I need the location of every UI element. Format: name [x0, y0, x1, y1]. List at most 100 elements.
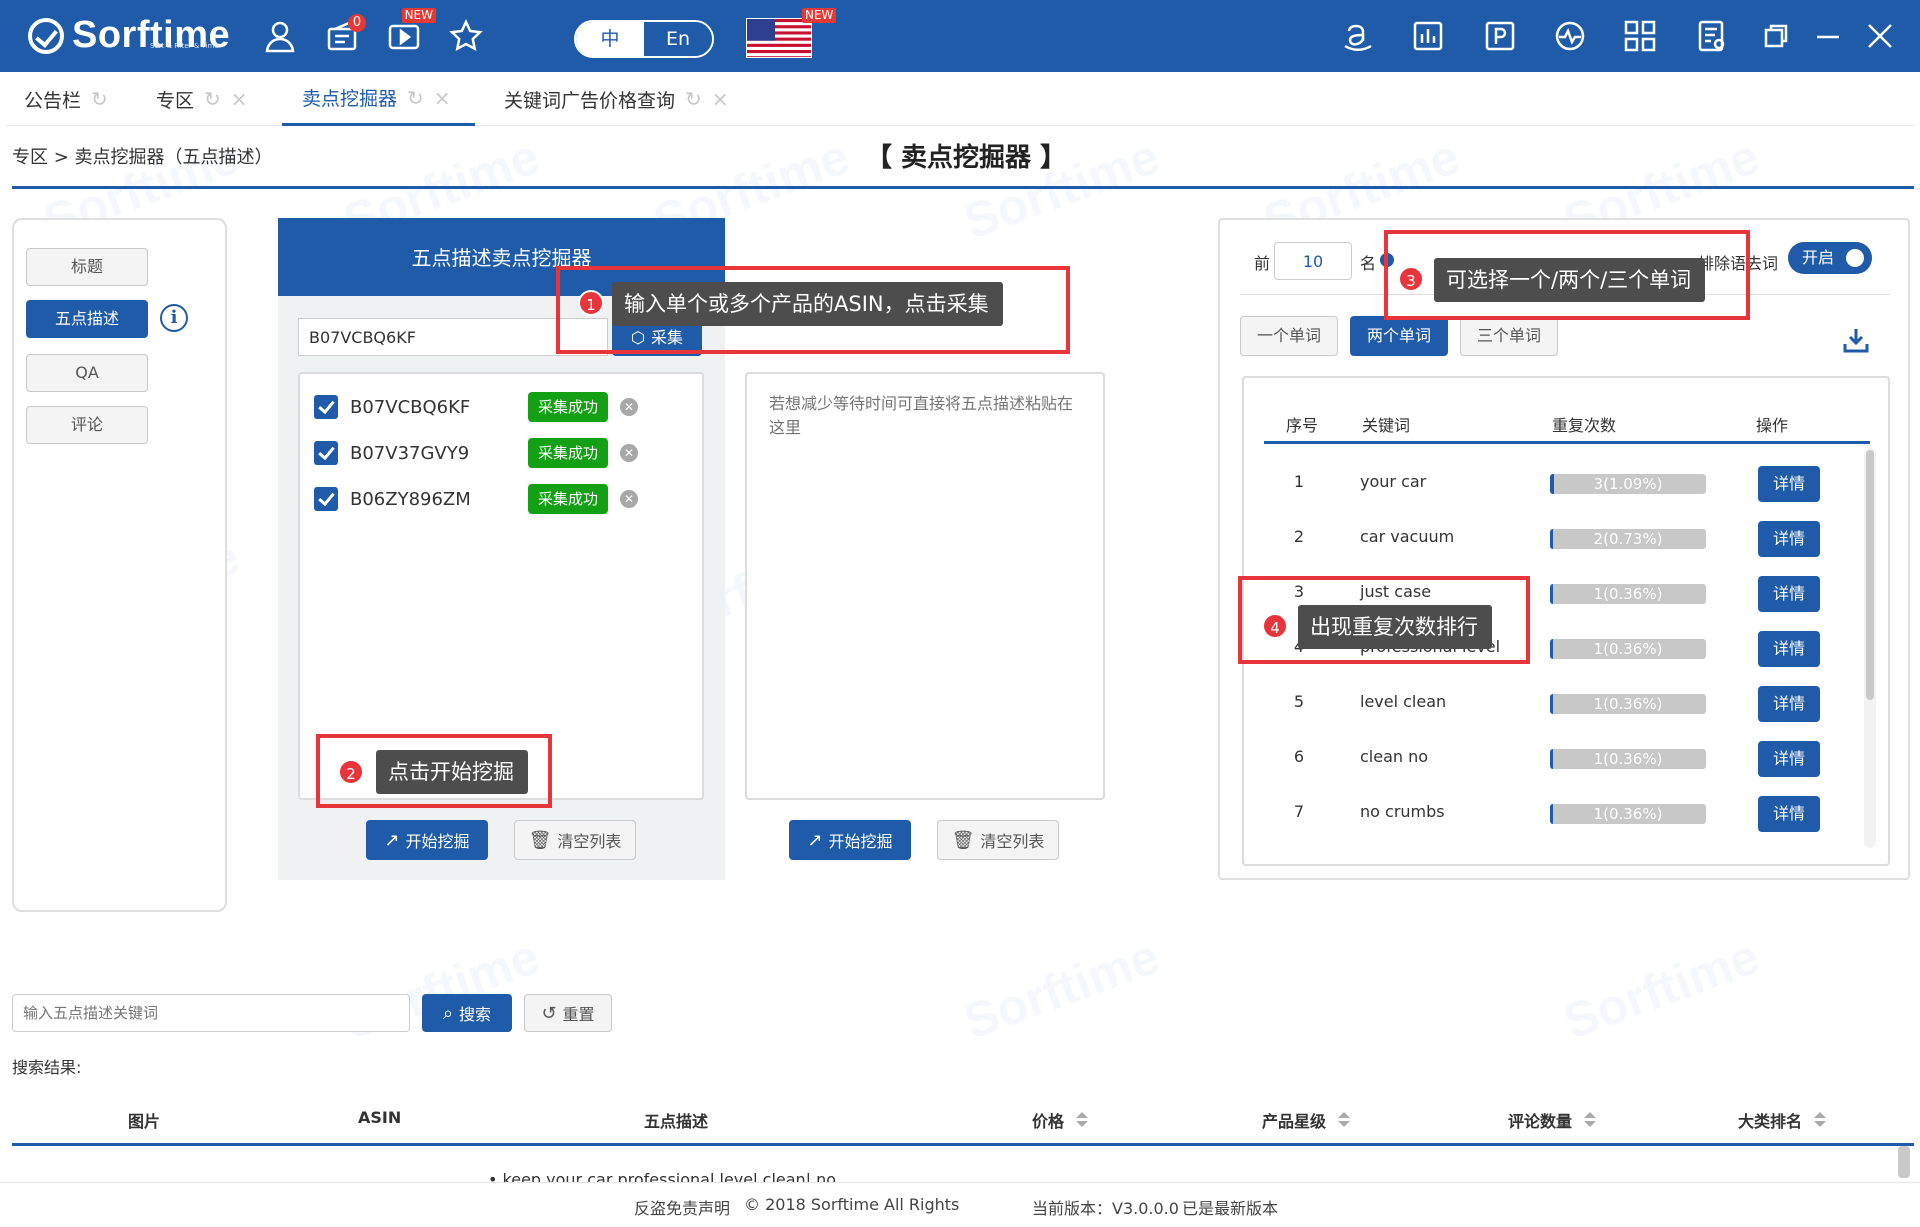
- exclude-stopwords-toggle[interactable]: 开启: [1788, 242, 1872, 274]
- user-icon[interactable]: [262, 18, 298, 54]
- remove-icon[interactable]: ✕: [620, 398, 638, 416]
- one-word-button[interactable]: 一个单词: [1240, 316, 1338, 356]
- report-icon[interactable]: [1694, 18, 1730, 54]
- minimize-icon[interactable]: [1810, 18, 1846, 54]
- star-icon[interactable]: [448, 18, 484, 54]
- search-label: 搜索: [459, 1005, 492, 1024]
- row-keyword: level clean: [1360, 692, 1447, 711]
- notification-count-badge: 0: [348, 14, 366, 32]
- repeat-count-bar: 1(0.36%): [1550, 584, 1706, 604]
- refresh-icon[interactable]: ↻: [685, 87, 702, 111]
- detail-button[interactable]: 详情: [1758, 741, 1820, 777]
- video-icon[interactable]: NEW: [386, 8, 436, 54]
- top-prefix-label: 前: [1254, 254, 1271, 273]
- tab-bar: 公告栏 ↻ 专区 ↻ × 卖点挖掘器 ↻ × 关键词广告价格查询 ↻ ×: [6, 72, 1914, 126]
- remove-icon[interactable]: ✕: [620, 444, 638, 462]
- col-bullet-points: 五点描述: [644, 1112, 709, 1131]
- refresh-icon[interactable]: ↻: [91, 87, 108, 111]
- detail-button[interactable]: 详情: [1758, 521, 1820, 557]
- sort-icon[interactable]: [1338, 1112, 1351, 1128]
- repeat-count-text: 1(0.36%): [1593, 750, 1663, 768]
- bullet-keyword-search-input[interactable]: [12, 994, 410, 1032]
- detail-button[interactable]: 详情: [1758, 796, 1820, 832]
- tab-zone[interactable]: 专区 ↻ ×: [156, 72, 248, 126]
- results-scrollbar[interactable]: [1898, 1146, 1910, 1178]
- disclaimer-link[interactable]: 反盗免责声明: [634, 1195, 730, 1219]
- refresh-icon[interactable]: ↻: [407, 86, 424, 110]
- restore-icon[interactable]: [1758, 18, 1794, 54]
- detail-button[interactable]: 详情: [1758, 576, 1820, 612]
- asin-checkbox[interactable]: [314, 441, 338, 465]
- lang-zh-option[interactable]: 中: [576, 22, 644, 56]
- clear-list-button-2[interactable]: 🗑 清空列表: [937, 820, 1059, 860]
- watermark: Sorftime: [956, 928, 1167, 1050]
- table-scrollbar[interactable]: [1864, 448, 1876, 848]
- tab-label: 卖点挖掘器: [302, 88, 398, 110]
- scroll-thumb[interactable]: [1866, 450, 1874, 700]
- reset-button[interactable]: ↺ 重置: [524, 994, 612, 1032]
- top-n-input[interactable]: [1274, 242, 1352, 280]
- status-badge: 采集成功: [528, 392, 608, 422]
- sort-icon[interactable]: [1076, 1112, 1089, 1128]
- col-review-count[interactable]: 评论数量: [1508, 1108, 1597, 1132]
- p-icon[interactable]: [1482, 18, 1518, 54]
- nav-qa[interactable]: QA: [26, 354, 148, 392]
- start-mining-button-2[interactable]: ↗ 开始挖掘: [789, 820, 911, 860]
- repeat-count-text: 1(0.36%): [1593, 695, 1663, 713]
- col-price-label: 价格: [1032, 1112, 1065, 1131]
- detail-button[interactable]: 详情: [1758, 631, 1820, 667]
- trash-icon: 🗑: [951, 829, 975, 851]
- col-price[interactable]: 价格: [1032, 1108, 1089, 1132]
- repeat-count-bar: 2(0.73%): [1550, 529, 1706, 549]
- row-keyword: your car: [1360, 472, 1427, 491]
- col-action: 操作: [1756, 416, 1789, 435]
- detail-button[interactable]: 详情: [1758, 466, 1820, 502]
- table-row: 5 level clean 1(0.36%) 详情: [1264, 684, 1854, 724]
- table-row: 2 car vacuum 2(0.73%) 详情: [1264, 519, 1854, 559]
- sort-icon[interactable]: [1814, 1112, 1827, 1128]
- row-index: 5: [1293, 692, 1305, 711]
- breadcrumb: 专区 > 卖点挖掘器（五点描述）: [12, 147, 273, 168]
- refresh-icon[interactable]: ↻: [204, 87, 221, 111]
- nav-bullet-points[interactable]: 五点描述: [26, 300, 148, 338]
- page-title: 【 卖点挖掘器 】: [866, 143, 1067, 173]
- lang-en-option[interactable]: En: [644, 22, 712, 56]
- annotation-callout-3: 可选择一个/两个/三个单词: [1434, 258, 1706, 302]
- asin-checkbox[interactable]: [314, 487, 338, 511]
- repeat-count-bar: 1(0.36%): [1550, 749, 1706, 769]
- col-rating[interactable]: 产品星级: [1262, 1108, 1351, 1132]
- chart-icon[interactable]: [1410, 18, 1446, 54]
- repeat-count-text: 2(0.73%): [1593, 530, 1663, 548]
- start-mining-button[interactable]: ↗ 开始挖掘: [366, 820, 488, 860]
- grid-icon[interactable]: [1622, 18, 1658, 54]
- us-flag-icon[interactable]: [746, 18, 812, 58]
- nav-reviews[interactable]: 评论: [26, 406, 148, 444]
- close-icon[interactable]: ×: [712, 87, 729, 111]
- close-icon[interactable]: ×: [231, 87, 248, 111]
- tab-notice-board[interactable]: 公告栏 ↻: [24, 72, 108, 126]
- asin-checkbox[interactable]: [314, 395, 338, 419]
- search-button[interactable]: ⌕ 搜索: [422, 994, 512, 1032]
- close-icon[interactable]: ×: [434, 86, 451, 110]
- notice-icon[interactable]: 0: [324, 14, 366, 54]
- language-toggle[interactable]: 中 En: [574, 20, 714, 58]
- clear-list-button[interactable]: 🗑 清空列表: [514, 820, 636, 860]
- sort-icon[interactable]: [1584, 1112, 1597, 1128]
- info-icon[interactable]: i: [160, 304, 188, 332]
- logo: Sorftime: [28, 14, 230, 57]
- tab-keyword-ad-price[interactable]: 关键词广告价格查询 ↻ ×: [504, 72, 729, 126]
- repeat-count-bar: 1(0.36%): [1550, 804, 1706, 824]
- remove-icon[interactable]: ✕: [620, 490, 638, 508]
- col-category-rank[interactable]: 大类排名: [1738, 1108, 1827, 1132]
- tab-selling-point-miner[interactable]: 卖点挖掘器 ↻ ×: [282, 72, 475, 126]
- close-icon[interactable]: [1862, 18, 1898, 54]
- bullet-paste-textarea[interactable]: [745, 372, 1105, 800]
- amazon-icon[interactable]: [1340, 18, 1376, 54]
- pulse-icon[interactable]: [1552, 18, 1588, 54]
- three-word-button[interactable]: 三个单词: [1460, 316, 1558, 356]
- arrow-up-right-icon: ↗: [807, 829, 823, 851]
- nav-title[interactable]: 标题: [26, 248, 148, 286]
- download-icon[interactable]: [1842, 326, 1870, 354]
- detail-button[interactable]: 详情: [1758, 686, 1820, 722]
- two-word-button[interactable]: 两个单词: [1350, 316, 1448, 356]
